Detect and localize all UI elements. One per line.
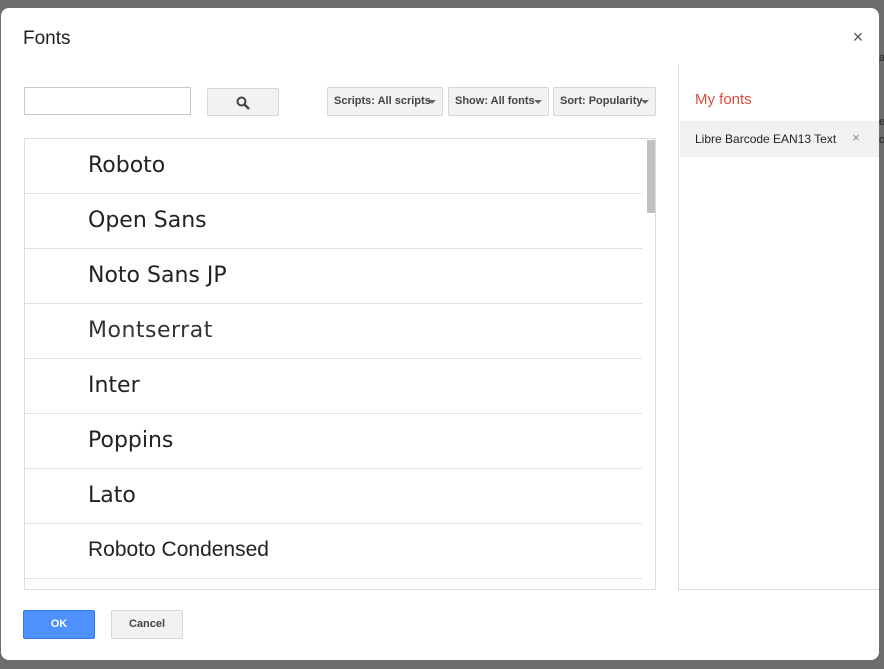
font-list-item[interactable]: Inter	[25, 359, 642, 414]
scrollbar-thumb[interactable]	[647, 140, 655, 213]
font-name: Montserrat	[88, 318, 213, 343]
show-dropdown-label: Show: All fonts	[455, 95, 535, 107]
remove-icon[interactable]: ×	[848, 130, 864, 146]
search-icon	[236, 96, 250, 110]
font-list-item[interactable]: Open Sans	[25, 194, 642, 249]
font-name: Open Sans	[88, 208, 207, 233]
my-font-label: Libre Barcode EAN13 Text	[695, 132, 837, 146]
font-list-item[interactable]: Lato	[25, 469, 642, 524]
sort-dropdown[interactable]: Sort: Popularity	[553, 87, 656, 116]
sort-dropdown-label: Sort: Popularity	[560, 95, 643, 107]
my-fonts-panel: My fonts Libre Barcode EAN13 Text ×	[678, 64, 879, 590]
cancel-button[interactable]: Cancel	[111, 610, 183, 639]
show-dropdown[interactable]: Show: All fonts	[448, 87, 549, 116]
font-list-item[interactable]: Roboto	[25, 139, 642, 194]
dialog-title: Fonts	[23, 28, 71, 49]
ok-button[interactable]: OK	[23, 610, 95, 639]
font-list-item[interactable]: Poppins	[25, 414, 642, 469]
background-text-fragment: or	[879, 134, 884, 146]
font-list-item[interactable]: Montserrat	[25, 304, 642, 359]
font-name: Poppins	[88, 428, 174, 453]
scripts-dropdown[interactable]: Scripts: All scripts	[327, 87, 443, 116]
fonts-dialog: Fonts × Scripts: All scripts Show: All f…	[1, 8, 879, 660]
my-font-chip[interactable]: Libre Barcode EAN13 Text ×	[680, 121, 879, 157]
caret-down-icon	[534, 100, 542, 104]
font-name: Lato	[88, 483, 136, 508]
font-name: Inter	[88, 373, 140, 398]
search-button[interactable]	[207, 88, 279, 116]
font-list-item[interactable]: Noto Sans JP	[25, 249, 642, 304]
font-name: Roboto	[88, 153, 166, 178]
font-name: Noto Sans JP	[88, 263, 227, 288]
background-text-fragment: ar	[879, 52, 884, 64]
caret-down-icon	[641, 100, 649, 104]
caret-down-icon	[428, 100, 436, 104]
close-icon[interactable]: ×	[849, 28, 867, 46]
font-list-item[interactable]: Roboto Condensed	[25, 524, 642, 579]
background-text-fragment: e	[879, 116, 884, 128]
my-fonts-title: My fonts	[695, 91, 752, 108]
font-list: Roboto Open Sans Noto Sans JP Montserrat…	[24, 138, 656, 590]
scripts-dropdown-label: Scripts: All scripts	[334, 95, 431, 107]
font-name: Roboto Condensed	[88, 538, 269, 561]
search-input[interactable]	[24, 87, 191, 115]
